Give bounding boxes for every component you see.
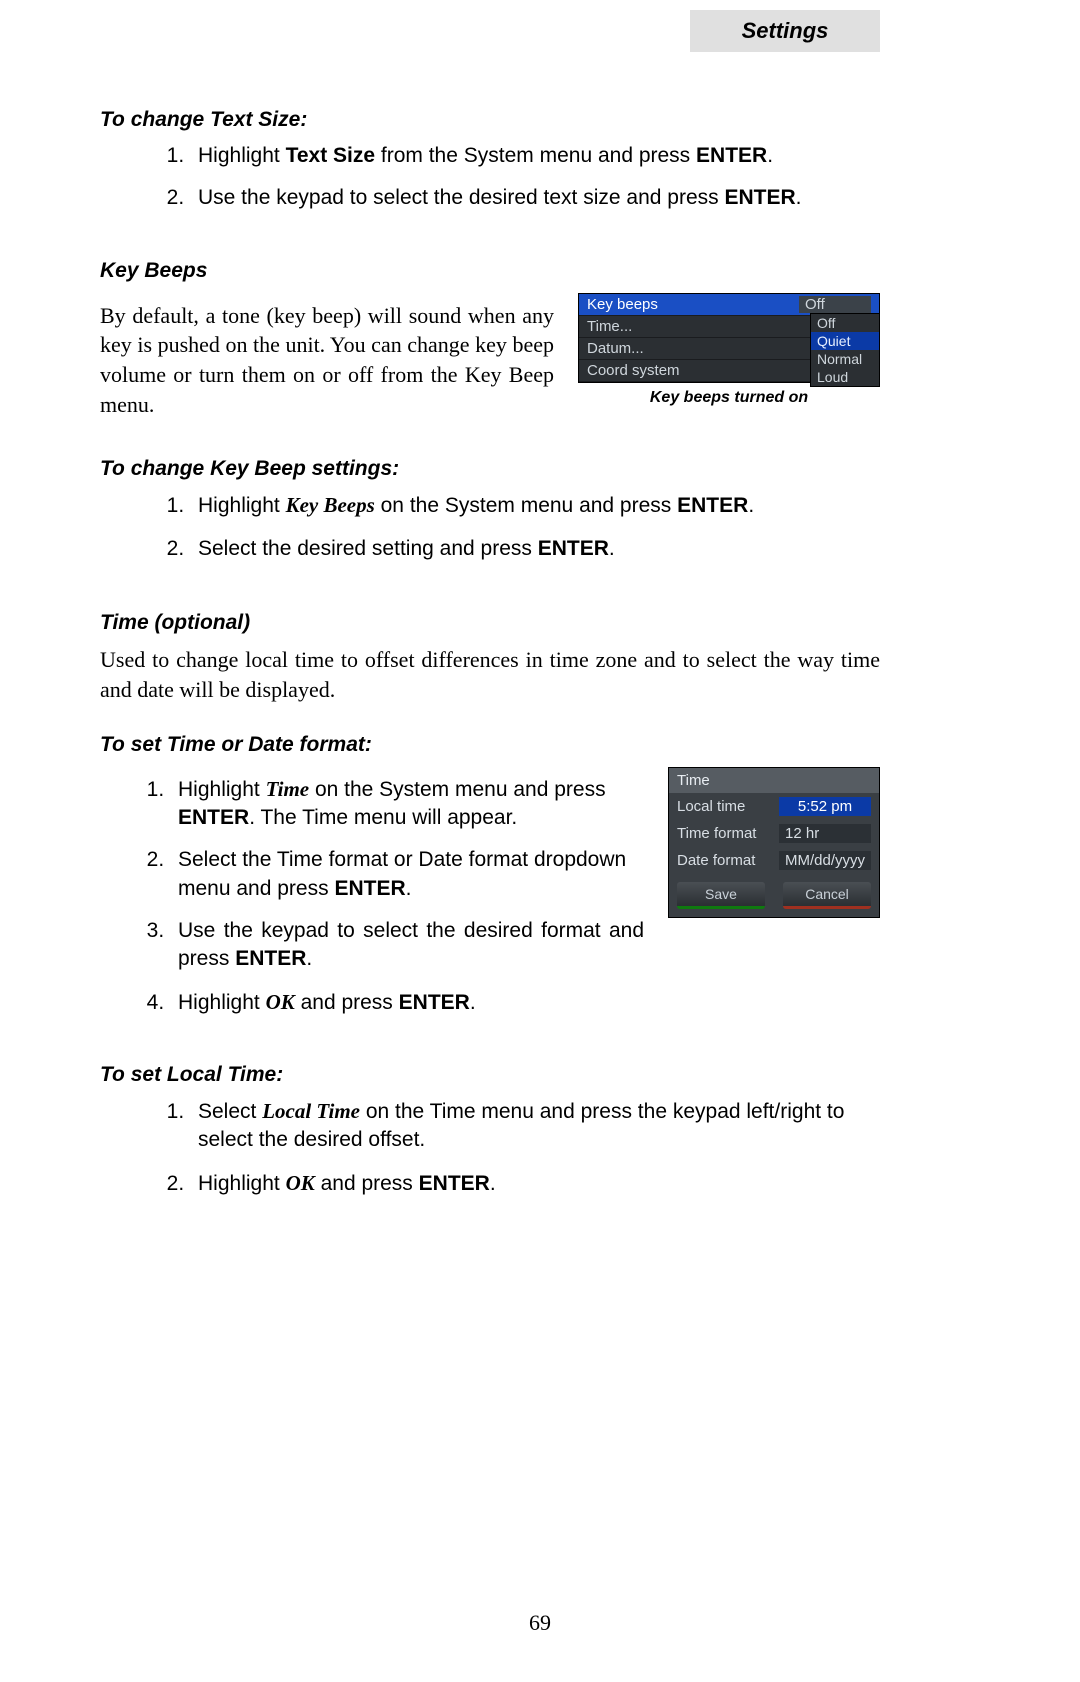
- dropdown-option-loud: Loud: [811, 368, 879, 386]
- step: Highlight Key Beeps on the System menu a…: [190, 491, 880, 520]
- step: Use the keypad to select the desired tex…: [190, 184, 880, 212]
- page-content: To change Text Size: Highlight Text Size…: [100, 80, 880, 1212]
- heading-set-time-format: To set Time or Date format:: [100, 733, 880, 757]
- time-row-format: Time format 12 hr: [669, 820, 879, 847]
- steps-local-time: Select Local Time on the Time menu and p…: [100, 1097, 880, 1198]
- dropdown-option-off: Off: [811, 314, 879, 332]
- time-menu-title: Time: [669, 768, 879, 793]
- time-row-date: Date format MM/dd/yyyy: [669, 847, 879, 874]
- figure-caption-key-beeps: Key beeps turned on: [578, 389, 880, 407]
- step: Select the desired setting and press ENT…: [190, 535, 880, 563]
- save-button: Save: [677, 882, 765, 909]
- cancel-button: Cancel: [783, 882, 871, 909]
- heading-change-key-beep: To change Key Beep settings:: [100, 457, 880, 481]
- heading-key-beeps: Key Beeps: [100, 259, 880, 283]
- dropdown-option-quiet: Quiet: [811, 332, 879, 350]
- step: Highlight OK and press ENTER.: [190, 1169, 880, 1198]
- heading-time-optional: Time (optional): [100, 611, 880, 635]
- time-row-local: Local time 5:52 pm: [669, 793, 879, 820]
- heading-change-text-size: To change Text Size:: [100, 108, 880, 132]
- step: Select the Time format or Date format dr…: [170, 846, 644, 903]
- steps-time-format: Highlight Time on the System menu and pr…: [100, 775, 644, 1017]
- body-key-beeps: By default, a tone (key beep) will sound…: [100, 301, 554, 420]
- figure-key-beeps: Key beeps Off Time... Datum... Coord sys…: [578, 293, 880, 407]
- key-beeps-dropdown: Off Quiet Normal Loud: [810, 313, 880, 387]
- step: Highlight Text Size from the System menu…: [190, 142, 880, 170]
- step: Highlight Time on the System menu and pr…: [170, 775, 644, 833]
- steps-text-size: Highlight Text Size from the System menu…: [100, 142, 880, 213]
- figure-time-menu: Time Local time 5:52 pm Time format 12 h…: [668, 767, 880, 918]
- step: Select Local Time on the Time menu and p…: [190, 1097, 880, 1155]
- dropdown-option-normal: Normal: [811, 350, 879, 368]
- body-time: Used to change local time to offset diff…: [100, 645, 880, 704]
- steps-key-beeps: Highlight Key Beeps on the System menu a…: [100, 491, 880, 563]
- heading-set-local-time: To set Local Time:: [100, 1063, 880, 1087]
- step: Use the keypad to select the desired for…: [170, 917, 644, 974]
- header-tab: Settings: [690, 10, 880, 52]
- page-number: 69: [0, 1610, 1080, 1636]
- step: Highlight OK and press ENTER.: [170, 988, 644, 1017]
